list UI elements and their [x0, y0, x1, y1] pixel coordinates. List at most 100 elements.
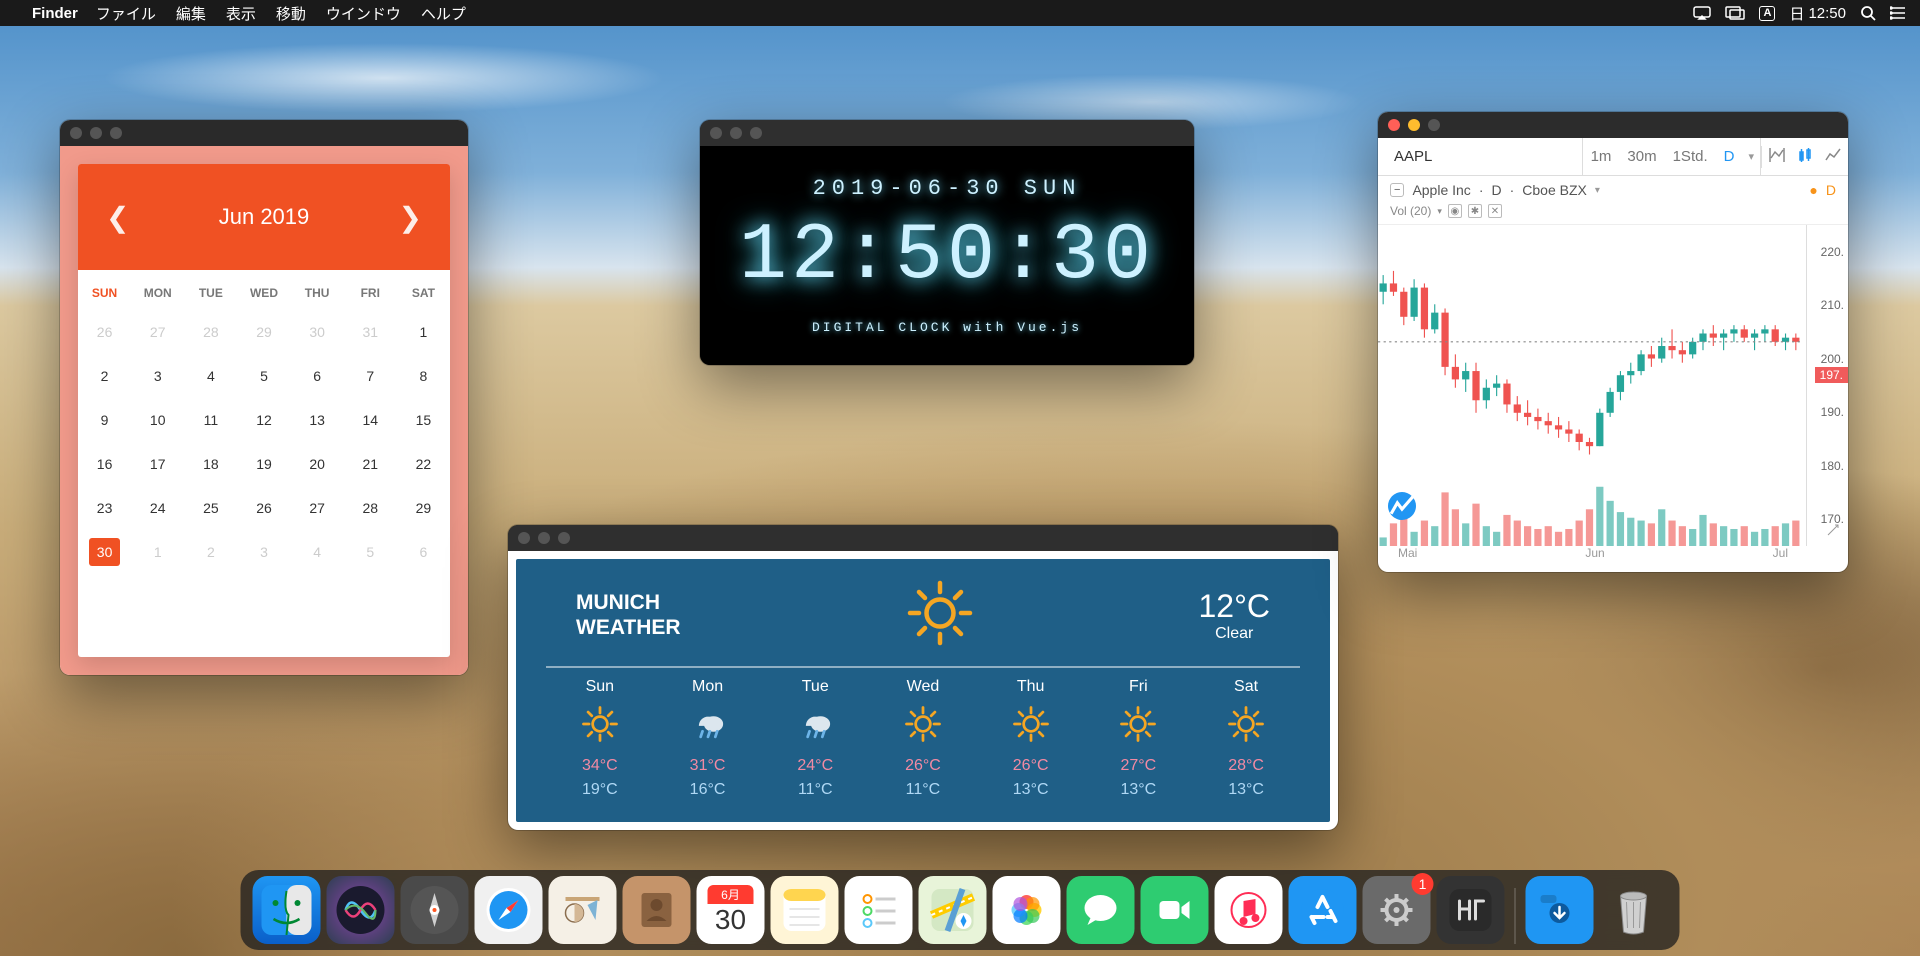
airplay-icon[interactable]	[1693, 6, 1711, 20]
calendar-day-cell[interactable]: 6	[397, 530, 450, 574]
calendar-day-cell[interactable]: 31	[344, 310, 397, 354]
timeframe-button[interactable]: 1Std.	[1665, 148, 1716, 165]
calendar-day-cell[interactable]: 18	[184, 442, 237, 486]
dock-notes-icon[interactable]	[771, 876, 839, 944]
calendar-day-cell[interactable]: 11	[184, 398, 237, 442]
zoom-icon[interactable]	[558, 532, 570, 544]
input-source-indicator[interactable]: A	[1759, 6, 1775, 21]
calendar-day-cell[interactable]: 2	[78, 354, 131, 398]
dock-facetime-icon[interactable]	[1141, 876, 1209, 944]
dock-custom-icon[interactable]	[1437, 876, 1505, 944]
dock-reminders-icon[interactable]	[845, 876, 913, 944]
zoom-icon[interactable]	[750, 127, 762, 139]
dock-preferences-icon[interactable]: 1	[1363, 876, 1431, 944]
dock-safari-icon[interactable]	[475, 876, 543, 944]
minimize-icon[interactable]	[730, 127, 742, 139]
calendar-day-cell[interactable]: 24	[131, 486, 184, 530]
calendar-day-cell[interactable]: 12	[237, 398, 290, 442]
calendar-titlebar[interactable]	[60, 120, 468, 146]
calendar-day-cell[interactable]: 23	[78, 486, 131, 530]
symbol-input[interactable]: AAPL	[1378, 138, 1583, 175]
visibility-icon[interactable]: ◉	[1448, 204, 1462, 218]
close-icon[interactable]	[710, 127, 722, 139]
calendar-day-cell[interactable]: 17	[131, 442, 184, 486]
calendar-day-cell[interactable]: 1	[131, 530, 184, 574]
dock-downloads-icon[interactable]	[1526, 876, 1594, 944]
calendar-day-cell[interactable]: 29	[397, 486, 450, 530]
price-chart[interactable]: 220.210.200.190.180.170.197.	[1378, 224, 1848, 546]
menu-item[interactable]: 移動	[276, 6, 306, 23]
calendar-day-cell[interactable]: 15	[397, 398, 450, 442]
calendar-day-cell[interactable]: 7	[344, 354, 397, 398]
next-month-button[interactable]: ❯	[399, 201, 422, 234]
calendar-day-cell[interactable]: 16	[78, 442, 131, 486]
calendar-day-cell[interactable]: 6	[291, 354, 344, 398]
screen-mirror-icon[interactable]	[1725, 6, 1745, 20]
dock-contacts-icon[interactable]	[623, 876, 691, 944]
clock-titlebar[interactable]	[700, 120, 1194, 146]
calendar-day-cell[interactable]: 3	[131, 354, 184, 398]
timeframe-button[interactable]: 30m	[1619, 148, 1664, 165]
calendar-day-cell[interactable]: 5	[344, 530, 397, 574]
dock-music-icon[interactable]	[1215, 876, 1283, 944]
close-icon[interactable]	[518, 532, 530, 544]
zoom-icon[interactable]	[110, 127, 122, 139]
indicators-icon[interactable]	[1768, 146, 1786, 168]
dock-launchpad-icon[interactable]	[401, 876, 469, 944]
prev-month-button[interactable]: ❮	[106, 201, 129, 234]
calendar-day-cell[interactable]: 1	[397, 310, 450, 354]
dock-siri-icon[interactable]	[327, 876, 395, 944]
calendar-day-cell[interactable]: 21	[344, 442, 397, 486]
menubar-app-name[interactable]: Finder	[32, 5, 78, 22]
tradingview-logo-icon[interactable]	[1388, 492, 1416, 520]
zoom-icon[interactable]	[1428, 119, 1440, 131]
weather-titlebar[interactable]	[508, 525, 1338, 551]
dock-photos-icon[interactable]	[993, 876, 1061, 944]
chevron-down-icon[interactable]: ▾	[1595, 185, 1600, 196]
calendar-day-cell[interactable]: 10	[131, 398, 184, 442]
menubar-clock[interactable]: 日 12:50	[1789, 3, 1846, 24]
stock-titlebar[interactable]	[1378, 112, 1848, 138]
chart-settings-icon[interactable]	[1826, 523, 1840, 542]
chevron-down-icon[interactable]: ▾	[1742, 150, 1760, 163]
dock-calendar-icon[interactable]: 6月30	[697, 876, 765, 944]
calendar-day-cell[interactable]: 5	[237, 354, 290, 398]
menu-item[interactable]: ファイル	[96, 6, 156, 23]
dock-maps-icon[interactable]	[919, 876, 987, 944]
dock-trash-icon[interactable]	[1600, 876, 1668, 944]
spotlight-icon[interactable]	[1860, 5, 1876, 21]
settings-icon[interactable]: ✱	[1468, 204, 1482, 218]
calendar-day-cell[interactable]: 27	[131, 310, 184, 354]
menu-item[interactable]: 表示	[226, 6, 256, 23]
dock-mail-icon[interactable]	[549, 876, 617, 944]
timeframe-button[interactable]: D	[1716, 148, 1743, 165]
calendar-day-cell[interactable]: 14	[344, 398, 397, 442]
calendar-day-cell[interactable]: 27	[291, 486, 344, 530]
calendar-day-cell[interactable]: 13	[291, 398, 344, 442]
line-chart-icon[interactable]	[1824, 146, 1842, 168]
calendar-day-cell[interactable]: 3	[237, 530, 290, 574]
dock-appstore-icon[interactable]	[1289, 876, 1357, 944]
calendar-day-cell[interactable]: 9	[78, 398, 131, 442]
notification-center-icon[interactable]	[1890, 6, 1906, 20]
calendar-day-cell[interactable]: 28	[344, 486, 397, 530]
close-icon[interactable]	[70, 127, 82, 139]
dock-messages-icon[interactable]	[1067, 876, 1135, 944]
calendar-day-cell[interactable]: 30	[291, 310, 344, 354]
candlestick-icon[interactable]	[1796, 146, 1814, 168]
close-icon[interactable]	[1388, 119, 1400, 131]
calendar-day-cell[interactable]: 4	[184, 354, 237, 398]
calendar-day-cell[interactable]: 8	[397, 354, 450, 398]
delete-icon[interactable]: ✕	[1488, 204, 1502, 218]
collapse-icon[interactable]: −	[1390, 183, 1404, 197]
menu-item[interactable]: ウインドウ	[326, 6, 401, 23]
calendar-day-cell[interactable]: 20	[291, 442, 344, 486]
calendar-day-cell[interactable]: 30	[78, 530, 131, 574]
calendar-day-cell[interactable]: 28	[184, 310, 237, 354]
calendar-day-cell[interactable]: 2	[184, 530, 237, 574]
calendar-day-cell[interactable]: 22	[397, 442, 450, 486]
dock-finder-icon[interactable]	[253, 876, 321, 944]
calendar-day-cell[interactable]: 19	[237, 442, 290, 486]
calendar-day-cell[interactable]: 4	[291, 530, 344, 574]
calendar-day-cell[interactable]: 26	[237, 486, 290, 530]
